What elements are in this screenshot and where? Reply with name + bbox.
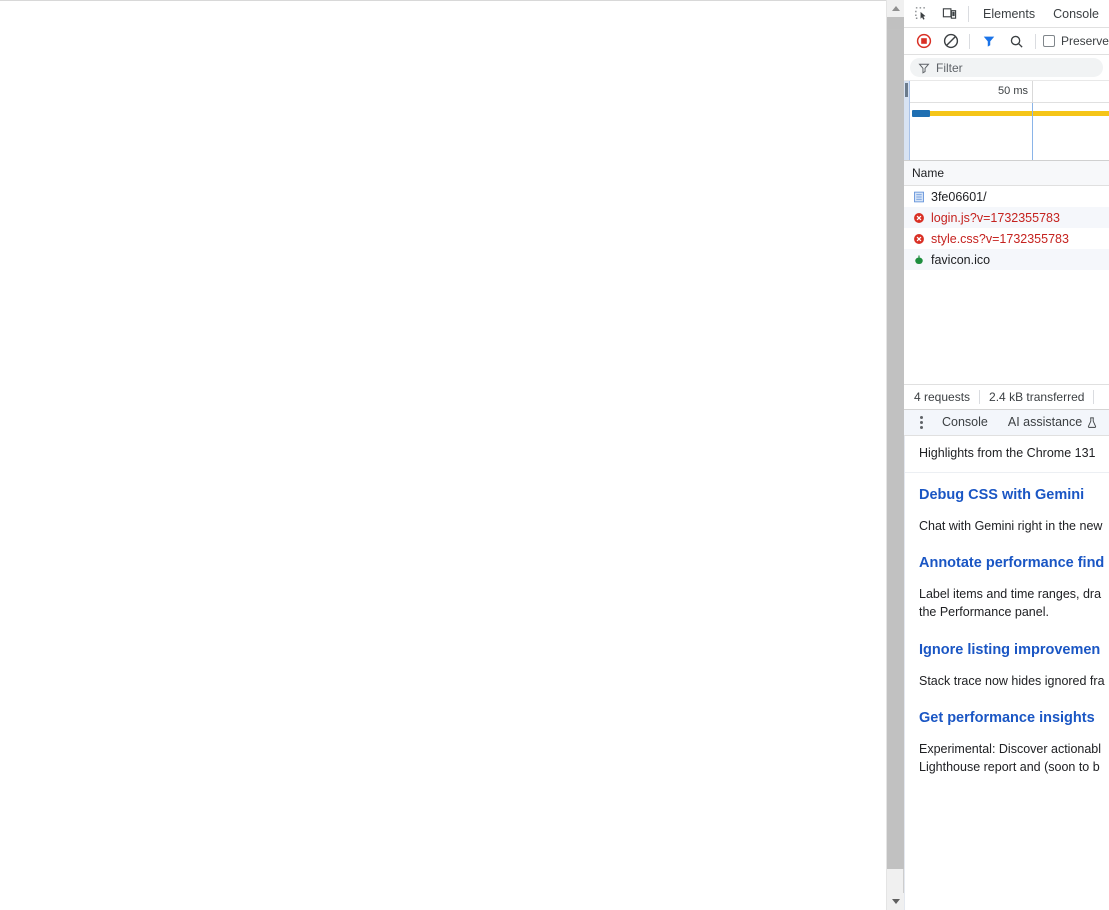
drawer-tab-console-label: Console [942,415,988,430]
kebab-dot [919,416,923,420]
whats-new-description: Chat with Gemini right in the new [919,519,1103,534]
tab-console[interactable]: Console [1045,1,1107,27]
whats-new-description: Experimental: Discover actionabl Lightho… [919,741,1102,774]
network-summary-bar: 4 requests 2.4 kB transferred [904,384,1109,410]
transferred-size: 2.4 kB transferred [989,390,1085,405]
clear-icon [943,33,958,49]
whats-new-item: Debug CSS with Gemini Chat with Gemini r… [905,487,1109,535]
tab-elements[interactable]: Elements [975,1,1043,27]
preserve-log-checkbox-group[interactable]: Preserve [1042,34,1109,48]
page-viewport[interactable] [0,0,886,910]
preserve-log-label: Preserve [1060,34,1109,48]
scroll-down-button[interactable] [887,893,904,910]
scroll-down-arrow-icon [891,899,900,904]
record-stop-icon [916,33,932,49]
network-toolbar: Preserve [904,28,1109,55]
filter-toggle-button[interactable] [977,30,1001,52]
summary-divider [979,390,981,405]
column-header-name: Name [912,166,945,180]
whats-new-header: Highlights from the Chrome 131 [905,436,1109,474]
tabstrip-divider [968,5,969,22]
table-row[interactable]: favicon.ico [904,249,1109,270]
preserve-log-checkbox[interactable] [1042,35,1055,47]
device-toolbar-button[interactable] [936,2,962,26]
scroll-up-arrow-icon [891,6,900,11]
request-table-header[interactable]: Name [904,161,1109,186]
whats-new-item: Get performance insights Experimental: D… [905,710,1109,776]
drawer-tab-ai-assistance-label: AI assistance [1007,415,1083,430]
kebab-dot [919,426,923,430]
clear-button[interactable] [939,30,963,52]
table-row[interactable]: style.css?v=1732355783 [904,228,1109,249]
network-overview[interactable]: 50 ms [904,81,1109,161]
inspect-element-icon [914,7,925,20]
image-icon [912,253,925,266]
filter-bar: Filter [904,55,1109,81]
scrollbar-thumb-cap [887,17,904,29]
whats-new-item: Annotate performance find Label items an… [905,555,1109,621]
drawer-tab-ai-assistance[interactable]: AI assistance [1000,410,1106,435]
overview-selection-handle[interactable] [905,83,908,97]
scrollbar-thumb[interactable] [887,17,904,869]
table-row[interactable]: login.js?v=1732355783 [904,207,1109,228]
error-icon [912,211,925,224]
record-button[interactable] [912,30,936,52]
document-icon [912,190,925,203]
filter-funnel-icon [984,36,995,47]
whats-new-title[interactable]: Get performance insights [919,710,1109,726]
whats-new-title[interactable]: Ignore listing improvemen [919,642,1109,658]
devtools-panel: Elements Console Preserve Filter 50 ms N… [903,0,1109,910]
kebab-menu-button[interactable] [912,413,930,433]
devtools-tabstrip: Elements Console [904,0,1109,28]
table-row[interactable]: 3fe06601/ [904,186,1109,207]
request-name: 3fe06601/ [931,189,987,204]
overview-ruler: 50 ms [904,81,1109,103]
error-icon [912,232,925,245]
overview-selection-window[interactable] [909,103,1033,160]
search-icon [1010,35,1023,48]
request-name: style.css?v=1732355783 [931,231,1069,246]
whats-new-body: Debug CSS with Gemini Chat with Gemini r… [905,473,1109,796]
whats-new-title[interactable]: Debug CSS with Gemini [919,487,1109,503]
toolbar-divider-2 [1034,33,1036,49]
browser-window: Elements Console Preserve Filter 50 ms N… [0,0,1109,910]
request-count: 4 requests [914,390,971,405]
whats-new-title[interactable]: Annotate performance find [919,555,1109,571]
request-list[interactable]: 3fe06601/ login.js?v=1732355783 style.cs… [904,186,1109,385]
whats-new-panel[interactable]: Highlights from the Chrome 131 Debug CSS… [904,436,1109,910]
search-button[interactable] [1004,30,1028,52]
overview-tick-label: 50 ms [998,85,1028,97]
inspect-element-button[interactable] [908,2,934,26]
whats-new-description: Label items and time ranges, dra the Per… [919,587,1102,620]
drawer-tabstrip: Console AI assistance [904,409,1109,437]
toolbar-divider-1 [969,33,971,49]
page-content [0,1,886,910]
flask-icon [1088,417,1097,428]
drawer-tab-console[interactable]: Console [934,410,996,435]
whats-new-description: Stack trace now hides ignored fra [919,673,1105,688]
scroll-up-button[interactable] [887,0,904,17]
overview-selection-left-edge[interactable] [904,81,910,160]
device-toolbar-icon [942,8,956,19]
request-name: login.js?v=1732355783 [931,210,1060,225]
filter-input[interactable]: Filter [936,61,963,75]
page-scrollbar[interactable] [886,0,904,910]
whats-new-item: Ignore listing improvemen Stack trace no… [905,642,1109,690]
kebab-dot [919,421,923,425]
request-name: favicon.ico [931,252,991,267]
filter-funnel-icon [918,63,930,74]
summary-divider-2 [1093,390,1095,405]
filter-input-wrapper[interactable]: Filter [910,58,1103,77]
